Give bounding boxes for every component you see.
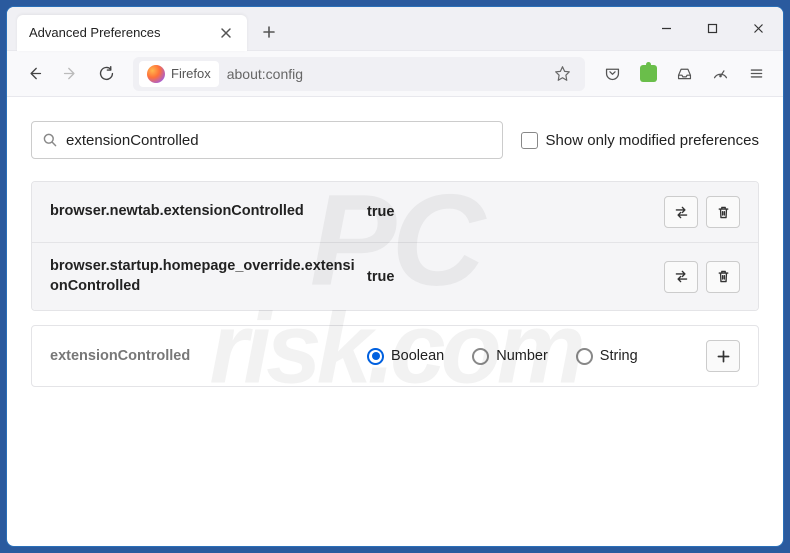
minimize-button[interactable] (643, 7, 689, 51)
arrow-left-icon (26, 65, 43, 82)
type-boolean-option[interactable]: Boolean (367, 348, 444, 365)
radio-label: Boolean (391, 348, 444, 364)
delete-button[interactable] (706, 196, 740, 228)
inbox-icon (676, 65, 693, 82)
bookmark-star-button[interactable] (549, 61, 575, 87)
pocket-button[interactable] (595, 57, 629, 91)
account-button[interactable] (703, 57, 737, 91)
type-options: Boolean Number String (367, 348, 694, 365)
pref-row: browser.startup.homepage_override.extens… (32, 243, 758, 310)
show-modified-checkbox[interactable]: Show only modified preferences (521, 132, 759, 149)
pocket-icon (604, 65, 621, 82)
trash-icon (715, 204, 732, 221)
type-string-option[interactable]: String (576, 348, 638, 365)
radio-icon (472, 348, 489, 365)
pref-value: true (367, 204, 652, 220)
titlebar: Advanced Preferences (7, 7, 783, 51)
inbox-button[interactable] (667, 57, 701, 91)
address-bar[interactable]: Firefox about:config (133, 57, 585, 91)
reload-icon (98, 65, 115, 82)
search-row: Show only modified preferences (31, 121, 759, 159)
new-tab-button[interactable] (253, 16, 285, 48)
navigation-toolbar: Firefox about:config (7, 51, 783, 97)
search-icon (42, 132, 58, 148)
extension-button[interactable] (631, 57, 665, 91)
add-preference-row: extensionControlled Boolean Number Strin… (31, 325, 759, 387)
preference-search-input[interactable] (66, 132, 492, 149)
tab-title: Advanced Preferences (29, 25, 217, 40)
about-config-content: Show only modified preferences browser.n… (7, 97, 783, 411)
arrow-right-icon (62, 65, 79, 82)
add-pref-name: extensionControlled (50, 348, 355, 364)
close-window-button[interactable] (735, 7, 781, 51)
trash-icon (715, 268, 732, 285)
pref-value: true (367, 269, 652, 285)
maximize-button[interactable] (689, 7, 735, 51)
url-text: about:config (227, 66, 541, 82)
toggle-button[interactable] (664, 261, 698, 293)
site-identity[interactable]: Firefox (139, 61, 219, 87)
star-icon (554, 65, 571, 82)
identity-label: Firefox (171, 66, 211, 81)
app-menu-button[interactable] (739, 57, 773, 91)
pref-actions (664, 196, 740, 228)
preference-search-box[interactable] (31, 121, 503, 159)
radio-label: String (600, 348, 638, 364)
radio-label: Number (496, 348, 548, 364)
window-controls (643, 7, 783, 50)
hamburger-icon (748, 65, 765, 82)
radio-icon (576, 348, 593, 365)
forward-button[interactable] (53, 57, 87, 91)
preferences-table: browser.newtab.extensionControlled true … (31, 181, 759, 311)
close-icon (753, 23, 764, 34)
minimize-icon (661, 23, 672, 34)
toolbar-icons (595, 57, 773, 91)
close-tab-button[interactable] (217, 24, 235, 42)
add-preference-button[interactable] (706, 340, 740, 372)
firefox-logo-icon (147, 65, 165, 83)
radio-icon (367, 348, 384, 365)
plus-icon (262, 25, 276, 39)
gauge-icon (712, 65, 729, 82)
active-tab[interactable]: Advanced Preferences (17, 15, 247, 51)
puzzle-piece-icon (640, 65, 657, 82)
pref-actions (664, 261, 740, 293)
delete-button[interactable] (706, 261, 740, 293)
maximize-icon (707, 23, 718, 34)
toggle-button[interactable] (664, 196, 698, 228)
close-icon (220, 27, 232, 39)
toggle-arrows-icon (673, 204, 690, 221)
reload-button[interactable] (89, 57, 123, 91)
pref-name: browser.newtab.extensionControlled (50, 202, 355, 222)
back-button[interactable] (17, 57, 51, 91)
type-number-option[interactable]: Number (472, 348, 548, 365)
pref-row: browser.newtab.extensionControlled true (32, 182, 758, 243)
pref-name: browser.startup.homepage_override.extens… (50, 257, 355, 296)
checkbox-icon (521, 132, 538, 149)
checkbox-label: Show only modified preferences (546, 132, 759, 149)
browser-window: Advanced Preferences (6, 6, 784, 547)
plus-icon (715, 348, 732, 365)
toggle-arrows-icon (673, 268, 690, 285)
